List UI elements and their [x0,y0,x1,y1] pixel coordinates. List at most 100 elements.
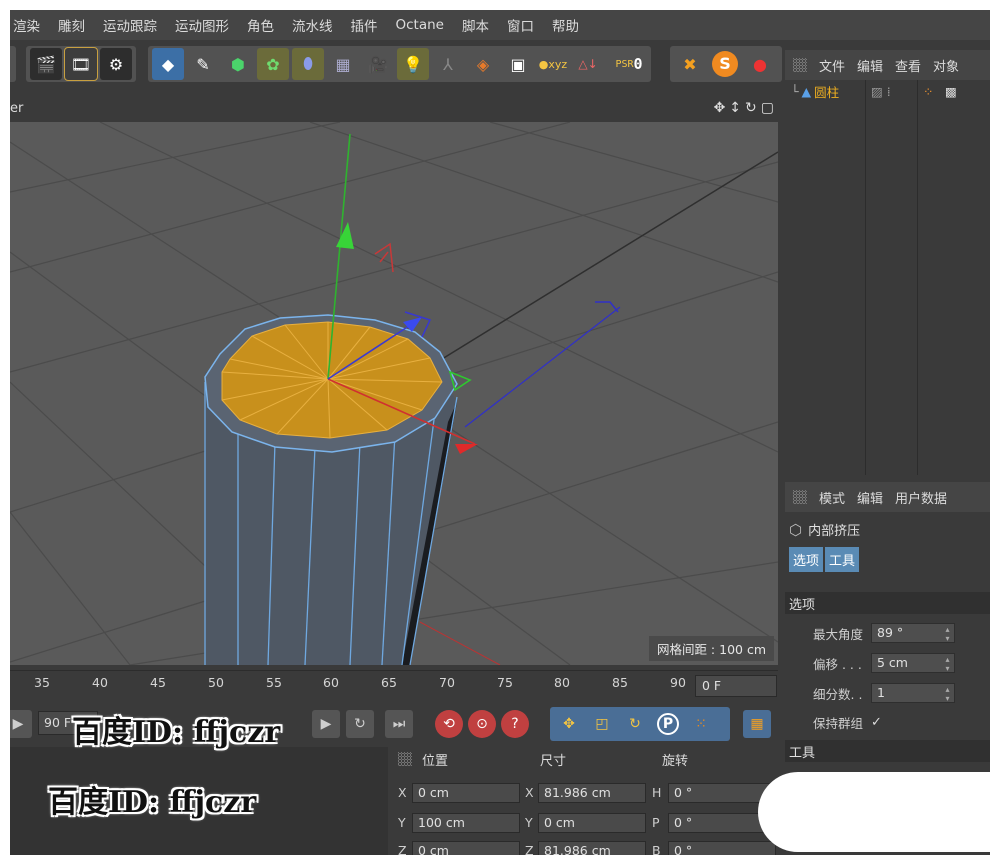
s-plugin-icon[interactable]: S [709,48,741,80]
camera-icon[interactable]: 🎥 [362,48,394,80]
object-manager-panel: 文件 编辑 查看 对象 └ ▲ 圆柱 ▨ ⁞ ⁘ ▩ [785,50,990,475]
tab-file[interactable]: 文件 [819,56,845,75]
render-settings-icon[interactable]: ⚙ [100,48,132,80]
rot-axis-label: H [652,785,662,800]
deformer-icon[interactable]: ⬮ [292,48,324,80]
timeline-tick: 40 [92,675,108,690]
tab-mode[interactable]: 模式 [819,488,845,507]
tag-dots-icon[interactable]: ⁘ [923,84,933,99]
psr-icon[interactable]: PSR 0 [610,48,648,80]
rot-axis-label: P [652,815,660,830]
3d-viewport[interactable]: 网格间距 : 100 cm [10,122,778,665]
scale-key-icon[interactable]: ◰ [588,710,616,738]
grip-icon[interactable] [793,490,807,504]
cloner-icon[interactable]: ✖ [674,48,706,80]
tag-icon[interactable]: ◈ [467,48,499,80]
menu-render[interactable]: 渲染 [10,15,49,35]
timeline-tick: 90 [670,675,686,690]
floor-icon[interactable]: ▦ [327,48,359,80]
maximize-view-icon[interactable]: ▢ [761,100,774,116]
point-level-key-icon[interactable]: ⁙ [687,710,715,738]
menu-sculpt[interactable]: 雕刻 [49,15,94,35]
tree-branch-icon: └ [791,83,799,99]
move-view-icon[interactable]: ✥ [714,100,726,116]
play-forward-icon[interactable]: ▶ [312,710,340,738]
timeline-tick: 35 [34,675,50,690]
parameter-key-icon[interactable]: P [654,710,682,738]
menu-motion-tracking[interactable]: 运动跟踪 [94,15,166,35]
object-name[interactable]: 圆柱 [814,82,839,101]
render-view-icon[interactable]: 🎬 [30,48,62,80]
size-z-input[interactable]: 81.986 cm [538,841,646,855]
subtab-tool[interactable]: 工具 [825,547,860,572]
subtab-options[interactable]: 选项 [789,547,824,572]
loop-icon[interactable]: ↻ [346,710,374,738]
tab-object[interactable]: 对象 [933,56,959,75]
next-keyframe-icon[interactable]: ⏭ [385,710,413,738]
menu-script[interactable]: 脚本 [453,15,498,35]
xyz-axis-icon[interactable]: ●xyz [537,48,569,80]
cylinder-object[interactable] [204,314,458,665]
occlusion-blob [758,772,1000,852]
keep-groups-checkbox[interactable]: ✓ [871,715,882,730]
watermark-text: 百度ID: ffjczr [48,785,257,820]
grip-icon[interactable] [398,752,412,766]
pos-axis-label: Z [398,843,407,855]
rotation-key-icon[interactable]: ↻ [621,710,649,738]
visibility-toggle-icon[interactable]: ▨ ⁞ [871,84,891,99]
keyframe-help-icon[interactable]: ? [501,710,529,738]
object-row-cylinder[interactable]: └ ▲ 圆柱 ▨ ⁞ ⁘ ▩ [785,80,990,102]
rotate-view-icon[interactable]: ↻ [745,100,757,116]
subdivision-icon[interactable]: ⬢ [222,48,254,80]
play-icon[interactable]: ▶ [10,710,32,738]
size-x-input[interactable]: 81.986 cm [538,783,646,803]
menu-character[interactable]: 角色 [238,15,283,35]
record-keyframe-icon[interactable]: ⟲ [435,710,463,738]
main-toolbar: 🎬 🎞 ⚙ ◆ ✎ ⬢ ✿ ⬮ ▦ 🎥 💡 ⅄ ◈ ▣ ●xyz △↓ PSR … [10,44,785,88]
max-angle-input[interactable]: 89 ° [871,623,955,643]
uv-icon[interactable]: ▣ [502,48,534,80]
timeline-ruler[interactable]: 35 40 45 50 55 60 65 70 75 80 85 90 0 F [10,670,778,702]
snap-icon[interactable]: △↓ [572,48,604,80]
menu-mograph[interactable]: 运动图形 [166,15,238,35]
grip-icon[interactable] [793,58,807,72]
joint-icon[interactable]: ⅄ [432,48,464,80]
coordinates-manager: 位置 尺寸 旋转 X 0 cm X 81.986 cm H 0 ° Y 100 … [390,747,778,855]
autokey-icon[interactable]: ⊙ [468,710,496,738]
cube-icon[interactable]: ◆ [152,48,184,80]
viewport-header: er ✥ ↕ ↻ ▢ [10,98,778,122]
menu-window[interactable]: 窗口 [498,15,543,35]
subdivisions-input[interactable]: 1 [871,683,955,703]
menu-help[interactable]: 帮助 [543,15,588,35]
menu-plugins[interactable]: 插件 [342,15,387,35]
tab-user-data[interactable]: 用户数据 [895,488,947,507]
rot-b-input[interactable]: 0 ° [668,841,776,855]
material-checker-icon[interactable]: ▩ [945,84,957,99]
offset-input[interactable]: 5 cm [871,653,955,673]
pen-icon[interactable]: ✎ [187,48,219,80]
menu-pipeline[interactable]: 流水线 [283,15,342,35]
size-y-input[interactable]: 0 cm [538,813,646,833]
menu-octane[interactable]: Octane [387,17,453,33]
tab-edit[interactable]: 编辑 [857,488,883,507]
render-picture-viewer-icon[interactable]: 🎞 [64,47,98,81]
timeline-tick: 85 [612,675,628,690]
pos-axis-label: X [398,785,407,800]
timeline-window-icon[interactable]: ▦ [743,710,771,738]
timeline-tick: 75 [497,675,513,690]
object-manager-tabs: 文件 编辑 查看 对象 [785,50,990,80]
size-axis-label: Y [525,815,533,830]
array-icon[interactable]: ✿ [257,48,289,80]
pos-y-input[interactable]: 100 cm [412,813,520,833]
zoom-view-icon[interactable]: ↕ [729,100,741,116]
pos-x-input[interactable]: 0 cm [412,783,520,803]
octane-icon[interactable]: ● [744,48,776,80]
current-frame-field[interactable]: 0 F [695,675,777,697]
position-key-icon[interactable]: ✥ [555,710,583,738]
pos-z-input[interactable]: 0 cm [412,841,520,855]
tab-view[interactable]: 查看 [895,56,921,75]
viewport-menu-partial[interactable]: er [10,101,23,116]
field-max-angle: 最大角度 89 ° [785,621,990,645]
tab-edit[interactable]: 编辑 [857,56,883,75]
light-icon[interactable]: 💡 [397,48,429,80]
